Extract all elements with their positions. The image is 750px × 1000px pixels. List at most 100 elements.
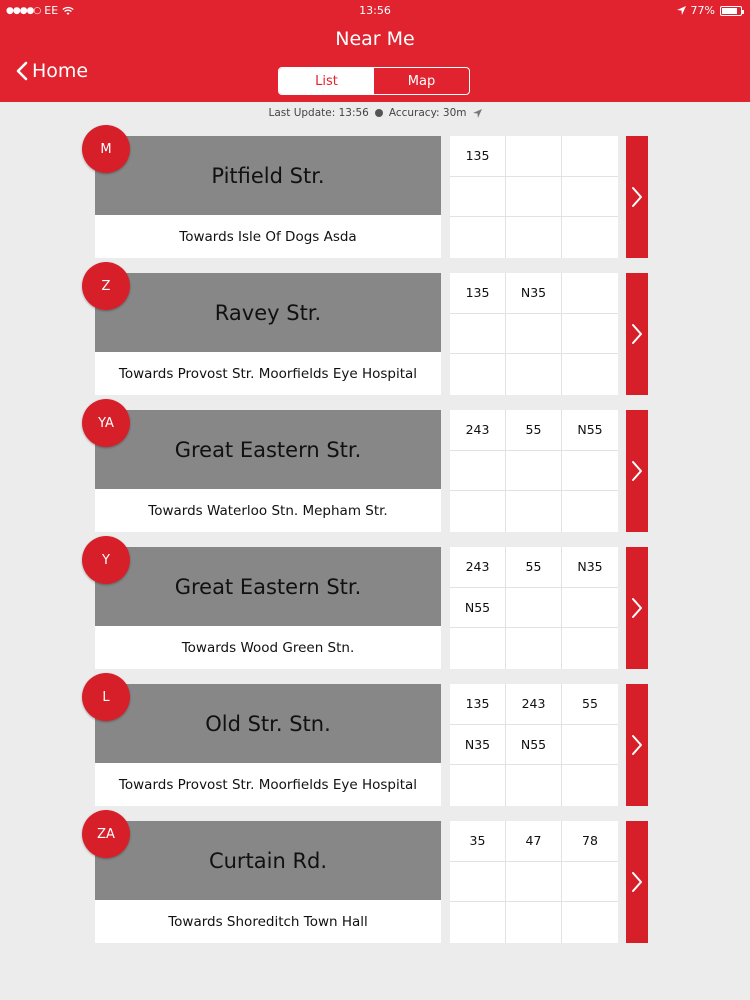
route-cell	[562, 491, 618, 532]
stop-letter-badge: Z	[82, 262, 130, 310]
route-cell	[506, 354, 562, 395]
route-cell	[450, 765, 506, 806]
route-cell[interactable]: 135	[450, 684, 506, 725]
stop-name: Great Eastern Str.	[95, 547, 441, 626]
route-cell[interactable]: 243	[506, 684, 562, 725]
route-grid: 35 47 78	[450, 821, 618, 943]
stop-name: Curtain Rd.	[95, 821, 441, 900]
route-cell[interactable]: N35	[562, 547, 618, 588]
route-cell	[562, 765, 618, 806]
route-cell	[506, 176, 562, 218]
stop-towards: Towards Isle Of Dogs Asda	[179, 228, 357, 245]
stop-detail-button[interactable]	[626, 410, 648, 532]
route-cell	[562, 314, 618, 355]
chevron-right-icon	[632, 598, 642, 618]
stop-name: Old Str. Stn.	[95, 684, 441, 763]
route-cell	[562, 588, 618, 629]
chevron-right-icon	[632, 324, 642, 344]
route-cell	[562, 217, 618, 258]
route-cell[interactable]: 47	[506, 821, 562, 862]
route-cell	[450, 217, 506, 258]
route-cell	[562, 177, 618, 218]
route-cell	[506, 491, 562, 532]
stop-card[interactable]: Great Eastern Str. Towards Waterloo Stn. …	[80, 399, 650, 534]
route-cell	[562, 862, 618, 903]
chevron-right-icon	[632, 872, 642, 892]
route-cell	[450, 902, 506, 943]
route-cell[interactable]: 243	[450, 410, 506, 451]
route-cell	[506, 628, 562, 669]
stop-card[interactable]: Ravey Str. Towards Provost Str. Moorfield…	[80, 262, 650, 397]
stop-detail-button[interactable]	[626, 684, 648, 806]
stop-name: Ravey Str.	[95, 273, 441, 352]
route-cell	[506, 217, 562, 258]
route-grid: 243 55 N55	[450, 410, 618, 532]
stop-detail-button[interactable]	[626, 547, 648, 669]
route-cell	[562, 273, 618, 314]
stop-towards: Towards Shoreditch Town Hall	[168, 913, 368, 930]
stop-towards: Towards Provost Str. Moorfields Eye Hosp…	[118, 365, 418, 382]
route-cell[interactable]: 135	[450, 273, 506, 314]
route-cell	[450, 176, 506, 218]
route-cell[interactable]: 55	[506, 547, 562, 588]
route-cell	[450, 313, 506, 355]
route-cell[interactable]: 35	[450, 821, 506, 862]
route-cell	[506, 136, 562, 177]
route-grid: 135 N35	[450, 273, 618, 395]
route-cell	[506, 313, 562, 355]
chevron-right-icon	[632, 461, 642, 481]
stop-letter-badge: YA	[82, 399, 130, 447]
route-cell	[562, 902, 618, 943]
route-cell	[506, 765, 562, 806]
stop-letter-badge: L	[82, 673, 130, 721]
stop-letter-badge: M	[82, 125, 130, 173]
route-cell	[450, 354, 506, 395]
route-cell[interactable]: 78	[562, 821, 618, 862]
stop-detail-button[interactable]	[626, 136, 648, 258]
route-cell[interactable]: 243	[450, 547, 506, 588]
stop-name: Great Eastern Str.	[95, 410, 441, 489]
route-cell[interactable]: 55	[562, 684, 618, 725]
stop-info: Great Eastern Str. Towards Wood Green Stn…	[95, 547, 441, 669]
route-cell[interactable]: N35	[450, 724, 506, 766]
chevron-right-icon	[632, 735, 642, 755]
stop-towards: Towards Provost Str. Moorfields Eye Hosp…	[118, 776, 418, 793]
route-cell[interactable]: N55	[506, 724, 562, 766]
stop-detail-button[interactable]	[626, 273, 648, 395]
stop-card[interactable]: Great Eastern Str. Towards Wood Green Stn…	[80, 536, 650, 671]
route-cell[interactable]: N55	[450, 587, 506, 629]
stop-card[interactable]: Curtain Rd. Towards Shoreditch Town Hall Z…	[80, 810, 650, 945]
route-cell	[562, 628, 618, 669]
stop-info: Curtain Rd. Towards Shoreditch Town Hall	[95, 821, 441, 943]
stop-card[interactable]: Pitfield Str. Towards Isle Of Dogs Asda M 1…	[80, 125, 650, 260]
route-cell	[562, 136, 618, 177]
route-cell[interactable]: 55	[506, 410, 562, 451]
route-cell	[506, 450, 562, 492]
route-cell[interactable]: 135	[450, 136, 506, 177]
route-cell[interactable]: N55	[562, 410, 618, 451]
route-cell	[506, 902, 562, 943]
stop-info: Old Str. Stn. Towards Provost Str. Moorfi…	[95, 684, 441, 806]
stop-detail-button[interactable]	[626, 821, 648, 943]
route-cell	[562, 725, 618, 766]
stop-letter-badge: ZA	[82, 810, 130, 858]
route-cell	[562, 451, 618, 492]
stop-info: Pitfield Str. Towards Isle Of Dogs Asda	[95, 136, 441, 258]
route-cell	[450, 861, 506, 903]
route-cell	[562, 354, 618, 395]
stop-letter-badge: Y	[82, 536, 130, 584]
stop-info: Ravey Str. Towards Provost Str. Moorfield…	[95, 273, 441, 395]
route-grid: 135	[450, 136, 618, 258]
chevron-right-icon	[632, 187, 642, 207]
stops-list: Pitfield Str. Towards Isle Of Dogs Asda M 1…	[0, 0, 750, 1000]
route-cell[interactable]: N35	[506, 273, 562, 314]
route-cell	[506, 587, 562, 629]
route-cell	[450, 491, 506, 532]
route-cell	[450, 628, 506, 669]
route-cell	[506, 861, 562, 903]
stop-card[interactable]: Old Str. Stn. Towards Provost Str. Moorfi…	[80, 673, 650, 808]
stop-info: Great Eastern Str. Towards Waterloo Stn. …	[95, 410, 441, 532]
route-cell	[450, 450, 506, 492]
stop-towards: Towards Waterloo Stn. Mepham Str.	[148, 502, 388, 519]
route-grid: 243 55 N35 N55	[450, 547, 618, 669]
